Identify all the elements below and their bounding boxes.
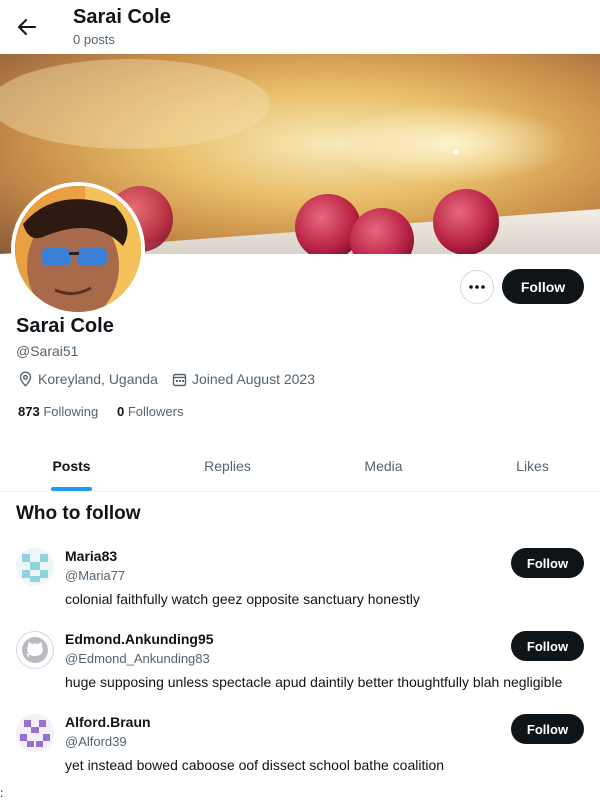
suggestion-follow-button[interactable]: Follow [511, 714, 584, 744]
tab-media[interactable]: Media [312, 440, 455, 491]
suggestion-name[interactable]: Alford.Braun [65, 714, 151, 730]
followers-count: 0 [117, 404, 125, 419]
more-options-button[interactable] [460, 270, 494, 304]
who-to-follow-title: Who to follow [16, 503, 141, 524]
avatar-photo [15, 186, 141, 312]
profile-joined: Joined August 2023 [172, 371, 315, 387]
more-icon [469, 285, 485, 289]
calendar-icon [172, 373, 187, 386]
joined-text: Joined August 2023 [192, 371, 315, 387]
back-arrow-icon [18, 19, 36, 35]
profile-handle: @Sarai51 [16, 343, 79, 359]
tab-likes[interactable]: Likes [461, 440, 600, 491]
tab-posts[interactable]: Posts [0, 440, 143, 491]
profile-avatar[interactable] [11, 182, 145, 316]
following-label: Following [43, 404, 99, 419]
suggestion-avatar[interactable] [16, 548, 54, 586]
stray-character: : [0, 786, 4, 800]
following-count: 873 [18, 404, 40, 419]
active-tab-indicator [51, 487, 92, 491]
suggestion-handle: @Edmond_Ankunding83 [65, 651, 210, 666]
header-title: Sarai Cole [73, 6, 171, 28]
suggestion-bio: yet instead bowed caboose oof dissect sc… [65, 757, 445, 773]
suggestion-bio: huge supposing unless spectacle apud dai… [65, 674, 563, 690]
profile-name: Sarai Cole [16, 315, 114, 337]
suggestion-follow-button[interactable]: Follow [511, 631, 584, 661]
suggestion-bio: colonial faithfully watch geez opposite … [65, 591, 420, 607]
follow-button[interactable]: Follow [502, 269, 584, 304]
location-text: Koreyland, Uganda [38, 371, 158, 387]
suggestion-name[interactable]: Maria83 [65, 548, 117, 564]
header-post-count: 0 posts [73, 32, 115, 47]
suggestion-avatar[interactable] [16, 714, 54, 752]
suggestion-avatar[interactable] [16, 631, 54, 669]
following-stat[interactable]: 873 Following [18, 404, 98, 419]
location-icon [19, 371, 32, 387]
suggestion-name[interactable]: Edmond.Ankunding95 [65, 631, 214, 647]
profile-tabs: Posts Replies Media Likes [0, 440, 600, 492]
suggestion-handle: @Maria77 [65, 568, 126, 583]
followers-stat[interactable]: 0 Followers [117, 404, 183, 419]
profile-location: Koreyland, Uganda [18, 371, 158, 387]
followers-label: Followers [127, 404, 184, 419]
tab-replies[interactable]: Replies [156, 440, 299, 491]
suggestion-follow-button[interactable]: Follow [511, 548, 584, 578]
top-bar: Sarai Cole 0 posts [0, 0, 600, 54]
back-button[interactable] [14, 14, 40, 40]
suggestion-handle: @Alford39 [65, 734, 127, 749]
